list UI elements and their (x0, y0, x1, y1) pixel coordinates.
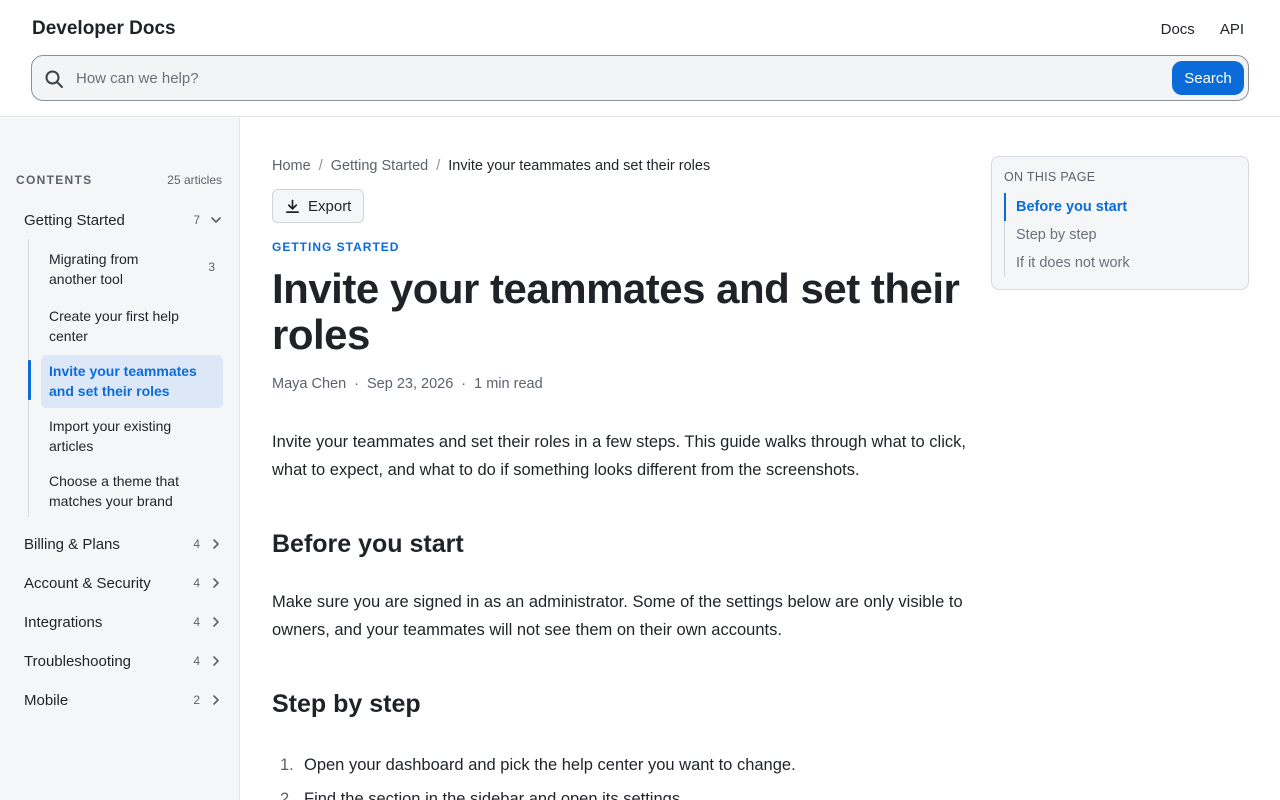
nav-link-api[interactable]: API (1220, 21, 1244, 38)
sidebar-section-mobile[interactable]: Mobile 2 (24, 688, 222, 712)
step-number: 1. (280, 756, 294, 774)
sidebar-section-getting-started[interactable]: Getting Started 7 (24, 208, 222, 232)
sidebar-item-label: Create your first help center (49, 308, 179, 344)
sidebar-item-count: 3 (208, 260, 215, 274)
breadcrumb: Home / Getting Started / Invite your teammat… (272, 158, 710, 174)
export-label: Export (308, 197, 352, 215)
toc-item-before-you-start[interactable]: Before you start (1004, 193, 1234, 221)
active-item-indicator (28, 360, 31, 400)
sidebar-item-migrating[interactable]: Migrating from another tool 3 (41, 245, 223, 293)
article-meta: Maya Chen · Sep 23, 2026 · 1 min read (272, 376, 543, 392)
sidebar-section-troubleshooting[interactable]: Troubleshooting 4 (24, 649, 222, 673)
list-item: 2. Find the section in the sidebar and op… (272, 782, 972, 800)
meta-separator: · (461, 376, 467, 392)
toc-item-step-by-step[interactable]: Step by step (1004, 221, 1234, 249)
sidebar-item-label: Import your existing articles (49, 418, 172, 454)
article-category: GETTING STARTED (272, 240, 400, 254)
section-heading-step-by-step: Step by step (272, 690, 421, 718)
publish-date: Sep 23, 2026 (367, 376, 454, 392)
search-input[interactable] (76, 65, 1156, 91)
sidebar-item-label: Choose a theme that matches your brand (49, 473, 179, 509)
sidebar-item-label: Invite your teammates and set their role… (49, 363, 197, 399)
search-button[interactable]: Search (1172, 61, 1244, 95)
sidebar-section-label: Troubleshooting (24, 652, 132, 670)
section-heading-before-you-start: Before you start (272, 530, 464, 558)
list-item: 1. Open your dashboard and pick the help … (272, 748, 972, 782)
contents-article-count: 25 articles (167, 173, 222, 187)
site-header: Developer Docs Docs API Search (0, 0, 1280, 117)
download-icon (286, 199, 299, 213)
breadcrumb-separator: / (318, 158, 323, 174)
sidebar-section-label: Integrations (24, 613, 103, 631)
step-text: Open your dashboard and pick the help ce… (304, 756, 796, 774)
top-nav: Docs API (1161, 21, 1244, 38)
on-this-page-toc: ON THIS PAGE Before you start Step by st… (991, 156, 1249, 290)
nav-link-docs[interactable]: Docs (1161, 21, 1195, 38)
sidebar-item-import-articles[interactable]: Import your existing articles (41, 412, 223, 460)
author-name: Maya Chen (272, 376, 347, 392)
sidebar-section-account-security[interactable]: Account & Security 4 (24, 571, 222, 595)
read-time: 1 min read (474, 376, 543, 392)
search-icon (45, 70, 63, 88)
sidebar-section-count: 4 (193, 654, 200, 668)
chevron-right-icon (213, 539, 219, 549)
sidebar-section-count: 4 (193, 576, 200, 590)
sidebar-item-label: Migrating from another tool (49, 251, 139, 287)
sidebar-section-integrations[interactable]: Integrations 4 (24, 610, 222, 634)
export-button[interactable]: Export (272, 189, 364, 223)
sidebar-section-billing[interactable]: Billing & Plans 4 (24, 532, 222, 556)
sidebar-section-count: 4 (193, 615, 200, 629)
sidebar-item-create-help-center[interactable]: Create your first help center (41, 302, 223, 350)
sidebar-section-count: 2 (193, 693, 200, 707)
chevron-right-icon (213, 695, 219, 705)
chevron-down-icon (211, 217, 221, 223)
sidebar-section-label: Billing & Plans (24, 535, 120, 553)
meta-separator: · (354, 376, 359, 392)
article-main: Home / Getting Started / Invite your teammat… (272, 118, 972, 800)
step-text: Find the section in the sidebar and open… (304, 790, 685, 800)
breadcrumb-home[interactable]: Home (272, 158, 311, 174)
page-title: Invite your teammates and set their role… (272, 265, 960, 358)
sidebar-item-invite-teammates[interactable]: Invite your teammates and set their role… (41, 355, 223, 408)
toc-title: ON THIS PAGE (1004, 170, 1096, 184)
sidebar-section-count: 4 (193, 537, 200, 551)
brand-title[interactable]: Developer Docs (32, 18, 176, 40)
sidebar-section-count: 7 (193, 213, 200, 227)
chevron-right-icon (213, 617, 219, 627)
breadcrumb-getting-started[interactable]: Getting Started (331, 158, 429, 174)
breadcrumb-current: Invite your teammates and set their role… (448, 158, 711, 174)
toc-item-if-it-does-not-work[interactable]: If it does not work (1004, 249, 1234, 277)
chevron-right-icon (213, 578, 219, 588)
section-body-before-you-start: Make sure you are signed in as an admini… (272, 593, 963, 639)
sidebar-item-choose-theme[interactable]: Choose a theme that matches your brand (41, 467, 223, 515)
sidebar: CONTENTS 25 articles Getting Started 7 M… (0, 118, 240, 800)
step-number: 2. (280, 790, 294, 800)
sidebar-section-label: Getting Started (24, 211, 125, 229)
contents-label: CONTENTS (16, 173, 93, 187)
sidebar-section-label: Mobile (24, 691, 69, 709)
sidebar-section-label: Account & Security (24, 574, 151, 592)
article-intro: Invite your teammates and set their role… (272, 433, 966, 479)
breadcrumb-separator: / (436, 158, 441, 174)
chevron-right-icon (213, 656, 219, 666)
steps-list: 1. Open your dashboard and pick the help … (272, 748, 972, 800)
search-bar: Search (31, 55, 1249, 101)
